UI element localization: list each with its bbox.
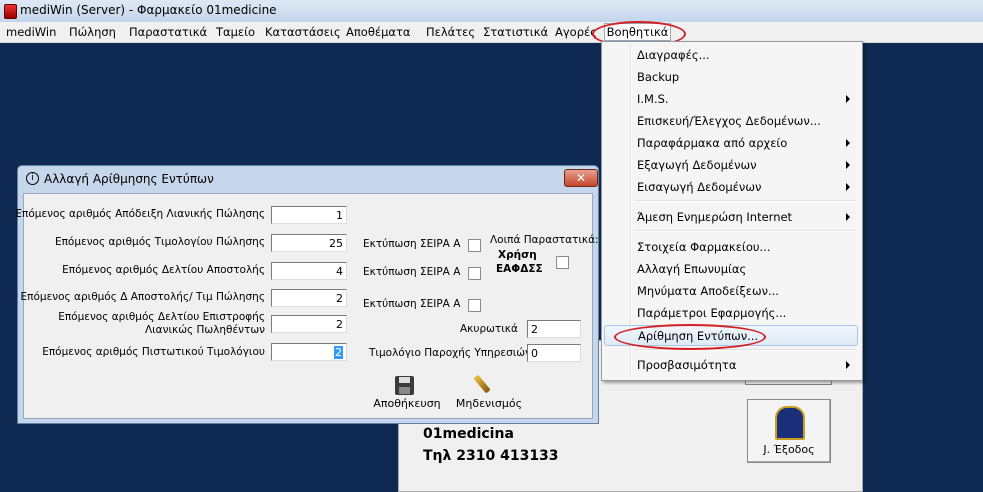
menu-item-label: Backup <box>637 70 680 84</box>
menu-separator <box>634 349 856 351</box>
menu-item-label: Άμεση Ενημερώση Internet <box>637 210 793 224</box>
menu-item-label: Αρίθμηση Εντύπων... <box>638 329 759 343</box>
service-invoice-label: Τιμολόγιο Παροχής Υπηρεσιών <box>369 347 531 359</box>
menu-item-deletions[interactable]: Διαγραφές... <box>604 45 858 65</box>
numbering-dialog: i Αλλαγή Αρίθμησης Εντύπων ✕ Επόμενος αρ… <box>15 165 599 424</box>
other-docs-label: Λοιπά Παραστατικά: <box>490 234 599 246</box>
dialog-title: Αλλαγή Αρίθμησης Εντύπων <box>44 172 214 186</box>
sales-invoice-input[interactable]: 25 <box>271 234 347 252</box>
menu-statistics[interactable]: Στατιστικά <box>483 25 548 39</box>
menu-item-label: I.M.S. <box>637 92 669 106</box>
info-icon: i <box>26 172 39 185</box>
menu-separator <box>634 200 856 202</box>
field-label-sales-invoice: Επόμενος αριθμός Τιμολογίου Πώλησης <box>54 236 265 248</box>
save-label: Αποθήκευση <box>373 397 441 410</box>
submenu-arrow-icon <box>846 361 850 369</box>
print-series-checkbox-2[interactable] <box>468 267 481 280</box>
menu-item-repair-data[interactable]: Επισκευή/Έλεγχος Δεδομένων... <box>604 111 858 131</box>
window-title: mediWin (Server) - Φαρμακείο 01medicine <box>20 3 277 17</box>
exit-label: J. Έξοδος <box>763 443 815 456</box>
menu-item-label: Εισαγωγή Δεδομένων <box>637 180 762 194</box>
menu-item-label: Μηνύματα Αποδείξεων... <box>637 284 779 298</box>
submenu-arrow-icon <box>846 161 850 169</box>
menu-item-receipt-messages[interactable]: Μηνύματα Αποδείξεων... <box>604 281 858 301</box>
menu-item-document-numbering[interactable]: Αρίθμηση Εντύπων... <box>604 325 858 346</box>
menu-documents[interactable]: Παραστατικά <box>129 25 207 39</box>
menu-item-export-data[interactable]: Εξαγωγή Δεδομένων <box>604 155 858 175</box>
retail-receipt-input[interactable]: 1 <box>271 206 347 224</box>
field-label-delivery-note: Επόμενος αριθμός Δελτίου Αποστολής <box>62 264 265 276</box>
submenu-arrow-icon <box>846 95 850 103</box>
field-label-credit-invoice: Επόμενος αριθμός Πιστωτικού Τιμολόγιου <box>42 346 265 358</box>
menu-item-label: Διαγραφές... <box>637 48 710 62</box>
selected-value: 2 <box>334 346 343 359</box>
menu-mediwin[interactable]: mediWin <box>6 25 56 39</box>
print-series-label-1: Εκτύπωση ΣΕΙΡΑ Α <box>363 238 461 250</box>
submenu-arrow-icon <box>846 213 850 221</box>
menu-item-import-data[interactable]: Εισαγωγή Δεδομένων <box>604 177 858 197</box>
menu-item-accessibility[interactable]: Προσβασιμότητα <box>604 355 858 375</box>
field-label-delivery-invoice: Επόμενος αριθμός Δ Αποστολής/ Τιμ Πώληση… <box>20 291 265 303</box>
reset-button[interactable]: Μηδενισμός <box>449 372 529 412</box>
menu-sales[interactable]: Πώληση <box>69 25 116 39</box>
void-input[interactable]: 2 <box>527 320 581 338</box>
print-series-label-2: Εκτύπωση ΣΕΙΡΑ Α <box>363 266 461 278</box>
return-note-input[interactable]: 2 <box>271 315 347 333</box>
menu-item-label: Αλλαγή Επωνυμίας <box>637 262 747 276</box>
menu-stock[interactable]: Αποθέματα <box>346 25 410 39</box>
close-button[interactable]: ✕ <box>564 169 598 187</box>
menu-item-label: Παραφάρμακα από αρχείο <box>637 136 788 150</box>
reset-label: Μηδενισμός <box>455 397 523 410</box>
efdss-label-line1: Χρήση <box>498 249 537 261</box>
service-invoice-input[interactable]: 0 <box>527 344 581 362</box>
menu-item-pharmacy-info[interactable]: Στοιχεία Φαρμακείου... <box>604 237 858 257</box>
menu-help[interactable]: Βοηθητικά <box>604 23 671 41</box>
efdss-checkbox[interactable] <box>556 256 569 269</box>
dialog-title-bar: i Αλλαγή Αρίθμησης Εντύπων ✕ <box>18 166 598 192</box>
floppy-disk-icon <box>395 376 414 395</box>
menu-item-label: Παράμετροι Εφαρμογής... <box>637 306 787 320</box>
menu-item-label: Εξαγωγή Δεδομένων <box>637 158 757 172</box>
menu-item-parapharmacy-import[interactable]: Παραφάρμακα από αρχείο <box>604 133 858 153</box>
door-icon <box>775 406 805 440</box>
menu-reports[interactable]: Καταστάσεις <box>265 25 341 39</box>
menu-cashier[interactable]: Ταμείο <box>216 25 255 39</box>
dialog-body: Επόμενος αριθμός Απόδειξη Λιανικής Πώλησ… <box>15 193 599 419</box>
menu-item-label: Στοιχεία Φαρμακείου... <box>637 240 771 254</box>
exit-button[interactable]: J. Έξοδος <box>747 399 831 463</box>
menu-item-app-settings[interactable]: Παράμετροι Εφαρμογής... <box>604 303 858 323</box>
print-series-label-3: Εκτύπωση ΣΕΙΡΑ Α <box>363 298 461 310</box>
menu-item-internet-update[interactable]: Άμεση Ενημερώση Internet <box>604 207 858 227</box>
void-label: Ακυρωτικά <box>460 323 518 335</box>
delivery-note-input[interactable]: 4 <box>271 262 347 280</box>
menu-item-ims[interactable]: I.M.S. <box>604 89 858 109</box>
delivery-invoice-input[interactable]: 2 <box>271 289 347 307</box>
brush-icon <box>473 374 491 394</box>
submenu-arrow-icon <box>846 183 850 191</box>
menu-item-backup[interactable]: Backup <box>604 67 858 87</box>
save-button[interactable]: Αποθήκευση <box>371 372 443 412</box>
efdss-label-line2: ΕΑΦΔΣΣ <box>496 263 543 275</box>
menu-separator <box>634 230 856 232</box>
menu-item-change-name[interactable]: Αλλαγή Επωνυμίας <box>604 259 858 279</box>
field-label-return-note-line1: Επόμενος αριθμός Δελτίου Επιστροφής <box>58 311 265 323</box>
menu-bar: mediWin Πώληση Παραστατικά Ταμείο Καταστ… <box>0 22 983 43</box>
submenu-arrow-icon <box>846 139 850 147</box>
menu-item-label: Επισκευή/Έλεγχος Δεδομένων... <box>637 114 821 128</box>
print-series-checkbox-3[interactable] <box>468 299 481 312</box>
field-label-retail-receipt: Επόμενος αριθμός Απόδειξη Λιανικής Πώλησ… <box>15 208 265 220</box>
print-series-checkbox-1[interactable] <box>468 239 481 252</box>
pharmacy-phone: Τηλ 2310 413133 <box>423 448 559 464</box>
menu-purchases[interactable]: Αγορές <box>555 25 597 39</box>
menu-customers[interactable]: Πελάτες <box>426 25 475 39</box>
credit-invoice-input[interactable]: 2 <box>271 343 347 361</box>
pharmacy-name: 01medicina <box>423 426 514 442</box>
window-title-bar: mediWin (Server) - Φαρμακείο 01medicine <box>0 0 983 23</box>
app-icon <box>4 4 17 19</box>
help-dropdown-menu: Διαγραφές... Backup I.M.S. Επισκευή/Έλεγ… <box>601 41 863 381</box>
menu-item-label: Προσβασιμότητα <box>637 358 737 372</box>
field-label-return-note-line2: Λιανικώς Πωληθέντων <box>144 324 265 336</box>
